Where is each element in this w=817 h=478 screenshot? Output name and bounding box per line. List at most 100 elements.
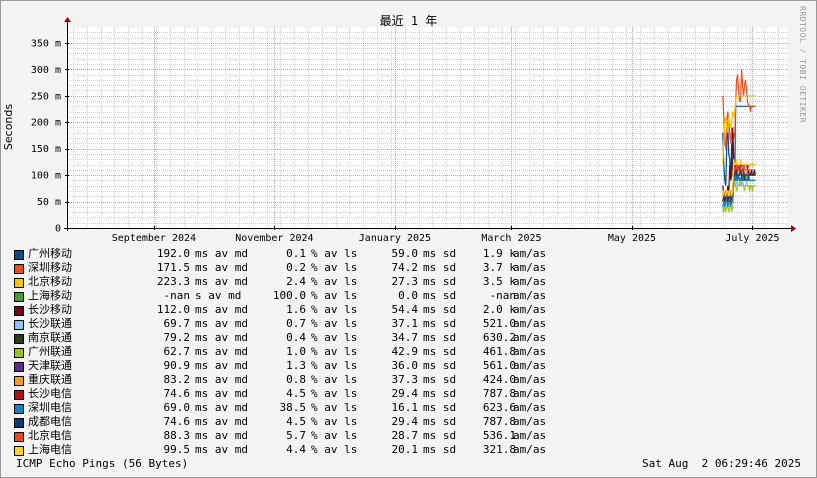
- legend-median: 192.0: [156, 247, 190, 260]
- legend-median: 112.0: [156, 303, 190, 316]
- legend-loss-unit: % av ls: [311, 275, 358, 288]
- legend-row: 天津联通 90.9 ms av md 1.3% av ls 36.0 ms sd 561.0…: [14, 359, 574, 373]
- legend-series-name: 深圳移动: [28, 261, 72, 274]
- legend-row: 长沙移动 112.0 ms av md 1.6% av ls 54.4 ms sd 2.0 …: [14, 303, 574, 317]
- legend-row: 深圳移动 171.5 ms av md 0.2% av ls 74.2 ms sd 3.7 …: [14, 261, 574, 275]
- legend-loss: 38.5: [279, 401, 307, 414]
- legend-swatch: [14, 376, 24, 386]
- legend-loss-unit: % av ls: [311, 345, 358, 358]
- legend-series-name: 长沙电信: [28, 387, 72, 400]
- legend-loss: 0.7: [286, 317, 306, 330]
- legend-swatch: [14, 320, 24, 330]
- legend-unit: ms av md: [195, 261, 248, 274]
- x-tick-label: May 2025: [608, 233, 656, 244]
- legend-loss: 1.3: [286, 359, 306, 372]
- footer-left: ICMP Echo Pings (56 Bytes): [16, 457, 189, 470]
- x-axis-arrow: [791, 225, 796, 232]
- legend-row: 南京联通 79.2 ms av md 0.4% av ls 34.7 ms sd 630.2…: [14, 331, 574, 345]
- legend-amas: 424.0: [482, 373, 516, 386]
- legend-loss-unit: % av ls: [311, 387, 358, 400]
- legend-amas-unit: am/as: [513, 331, 547, 344]
- legend-swatch: [14, 250, 24, 260]
- legend-amas: 536.1: [482, 429, 516, 442]
- legend-sd: 27.3: [391, 275, 419, 288]
- legend-row: 长沙联通 69.7 ms av md 0.7% av ls 37.1 ms sd 521.0…: [14, 317, 574, 331]
- legend-row: 上海移动 -nan s av md 100.0% av ls 0.0 ms sd -nan a…: [14, 289, 574, 303]
- legend-median: 74.6: [163, 415, 191, 428]
- legend-row: 重庆联通 83.2 ms av md 0.8% av ls 37.3 ms sd 424.0…: [14, 373, 574, 387]
- y-tick-label: 350 m: [31, 38, 61, 49]
- legend-row: 北京移动 223.3 ms av md 2.4% av ls 27.3 ms sd 3.5 …: [14, 275, 574, 289]
- legend-unit: s av md: [195, 289, 242, 302]
- legend-unit: ms av md: [195, 303, 248, 316]
- legend-row: 深圳电信 69.0 ms av md 38.5% av ls 16.1 ms sd 623.…: [14, 401, 574, 415]
- legend-unit: ms av md: [195, 415, 248, 428]
- legend-amas: 630.2: [482, 331, 516, 344]
- legend-amas: 2.0 k: [482, 303, 516, 316]
- legend-sd: 37.3: [391, 373, 419, 386]
- legend-median: 69.0: [163, 401, 191, 414]
- legend-swatch: [14, 278, 24, 288]
- legend-unit: ms av md: [195, 429, 248, 442]
- legend-loss: 4.5: [286, 387, 306, 400]
- legend-median: 74.6: [163, 387, 191, 400]
- legend-swatch: [14, 446, 24, 456]
- legend-loss: 4.4: [286, 443, 306, 456]
- legend-loss-unit: % av ls: [311, 373, 358, 386]
- legend-sd: 37.1: [391, 317, 419, 330]
- legend-amas: 461.8: [482, 345, 516, 358]
- legend-loss-unit: % av ls: [311, 331, 358, 344]
- legend-unit: ms av md: [195, 443, 248, 456]
- legend-loss: 2.4: [286, 275, 306, 288]
- legend-sd: 74.2: [391, 261, 419, 274]
- legend-amas: 521.0: [482, 317, 516, 330]
- legend-unit: ms av md: [195, 345, 248, 358]
- legend-amas: 787.8: [482, 415, 516, 428]
- y-tick-label: 250 m: [31, 91, 61, 102]
- legend-unit: ms av md: [195, 317, 248, 330]
- legend-loss: 0.1: [286, 247, 306, 260]
- legend-sd: 36.0: [391, 359, 419, 372]
- legend-series-name: 上海电信: [28, 443, 72, 456]
- legend-amas-unit: am/as: [513, 247, 547, 260]
- legend-series-name: 南京联通: [28, 331, 72, 344]
- footer-timestamp: Sat Aug 2 06:29:46 2025: [642, 457, 801, 470]
- legend-loss-unit: % av ls: [311, 247, 358, 260]
- legend-amas: 1.9 k: [482, 247, 516, 260]
- legend-series-name: 广州移动: [28, 247, 72, 260]
- legend-loss: 1.6: [286, 303, 306, 316]
- legend-loss-unit: % av ls: [311, 443, 358, 456]
- legend-sd: 16.1: [391, 401, 419, 414]
- legend-swatch: [14, 390, 24, 400]
- legend-loss: 0.8: [286, 373, 306, 386]
- legend-median: 62.7: [163, 345, 191, 358]
- legend-median: 69.7: [163, 317, 191, 330]
- y-axis-arrow: [64, 17, 71, 22]
- legend-loss-unit: % av ls: [311, 415, 358, 428]
- legend-loss-unit: % av ls: [311, 303, 358, 316]
- legend-amas-unit: am/as: [513, 275, 547, 288]
- legend-series-name: 深圳电信: [28, 401, 72, 414]
- legend-swatch: [14, 306, 24, 316]
- legend-unit: ms av md: [195, 359, 248, 372]
- legend-amas-unit: am/as: [513, 401, 547, 414]
- legend-swatch: [14, 418, 24, 428]
- legend-amas: 3.7 k: [482, 261, 516, 274]
- legend-loss-unit: % av ls: [311, 359, 358, 372]
- legend-swatch: [14, 404, 24, 414]
- y-tick-label: 150 m: [31, 144, 61, 155]
- legend-series-name: 北京电信: [28, 429, 72, 442]
- legend-amas: 787.8: [482, 387, 516, 400]
- legend-swatch: [14, 362, 24, 372]
- legend-loss: 4.5: [286, 415, 306, 428]
- legend-row: 广州联通 62.7 ms av md 1.0% av ls 42.9 ms sd 461.8…: [14, 345, 574, 359]
- legend-row: 上海电信 99.5 ms av md 4.4% av ls 20.1 ms sd 321.8…: [14, 443, 574, 457]
- legend-row: 广州移动 192.0 ms av md 0.1% av ls 59.0 ms sd 1.9 …: [14, 247, 574, 261]
- legend-unit: ms av md: [195, 373, 248, 386]
- legend-series-name: 长沙移动: [28, 303, 72, 316]
- legend-amas-unit: am/as: [513, 359, 547, 372]
- legend-row: 成都电信 74.6 ms av md 4.5% av ls 29.4 ms sd 787.8…: [14, 415, 574, 429]
- y-tick-label: 300 m: [31, 65, 61, 76]
- legend-amas-unit: am/as: [513, 387, 547, 400]
- legend-loss-unit: % av ls: [311, 261, 358, 274]
